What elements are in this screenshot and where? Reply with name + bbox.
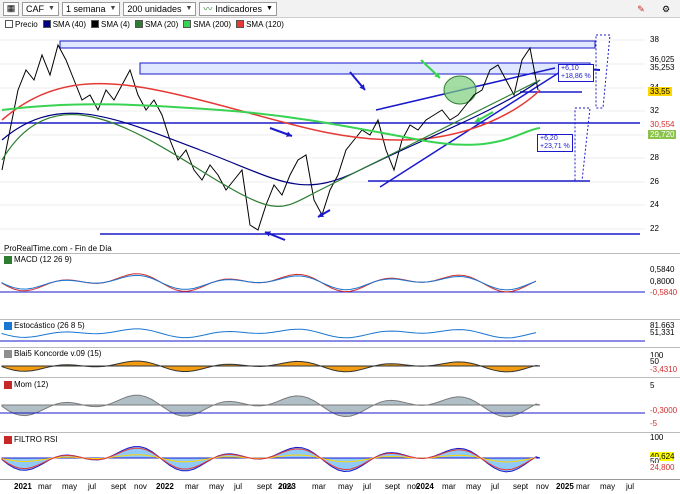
macd-signal-line xyxy=(1,275,537,291)
stoch-tick: 51,331 xyxy=(650,328,675,337)
month-label: jul xyxy=(363,482,372,491)
stoch-panel-label: Estocástico (26 8 5) xyxy=(2,321,87,330)
macd-panel-label: MACD (12 26 9) xyxy=(2,255,74,264)
blai5-tick: -3,4310 xyxy=(650,365,678,374)
macd-label: MACD (12 26 9) xyxy=(14,255,72,264)
macd-icon xyxy=(4,255,12,264)
highlight-circle xyxy=(443,75,477,105)
blai5-icon xyxy=(4,349,12,358)
mom-area xyxy=(1,394,541,418)
year-label: 2025 xyxy=(556,482,574,491)
month-label: nov xyxy=(134,482,147,491)
panel-divider xyxy=(0,347,680,348)
rsi-panel-label: FILTRO RSI xyxy=(2,435,60,444)
price-level-label: 29,720 xyxy=(648,130,677,139)
month-label: jul xyxy=(491,482,500,491)
month-label: mar xyxy=(576,482,590,491)
price-tick: 26 xyxy=(650,177,659,186)
price-level-label: 30,554 xyxy=(648,120,677,129)
month-label: may xyxy=(62,482,78,491)
month-label: jul xyxy=(88,482,97,491)
rsi-icon xyxy=(4,435,12,444)
time-axis: 2021 mar may jul sept nov 2022 mar may jul sept nov… xyxy=(0,479,680,494)
stoch-label: Estocástico (26 8 5) xyxy=(14,321,85,330)
resistance-zone xyxy=(139,62,591,75)
rsi-line xyxy=(1,446,541,473)
month-label: sept xyxy=(111,482,127,491)
mom-tick: 5 xyxy=(650,381,655,390)
macd-tick: 0,8000 xyxy=(650,277,675,286)
month-label: may xyxy=(600,482,616,491)
data-credit: ProRealTime.com - Fin de Día xyxy=(4,244,112,253)
price-tick: 24 xyxy=(650,200,659,209)
month-label: may xyxy=(338,482,354,491)
mom-panel-label: Mom (12) xyxy=(2,380,51,389)
price-tick: 22 xyxy=(650,224,659,233)
panel-divider xyxy=(0,432,680,433)
price-tick: 32 xyxy=(650,106,659,115)
stoch-icon xyxy=(4,321,12,330)
rsi-tick: 24,800 xyxy=(650,463,675,472)
stoch-line xyxy=(1,328,537,339)
month-label: may xyxy=(466,482,482,491)
month-label: sept xyxy=(513,482,529,491)
price-level-label: 33,55 xyxy=(648,87,673,96)
rsi-tick: 100 xyxy=(650,433,664,442)
resistance-zone xyxy=(59,40,596,49)
mom-tick: -5 xyxy=(650,419,658,428)
price-level-label: 35,253 xyxy=(648,63,677,72)
month-label: mar xyxy=(38,482,52,491)
year-label: 2021 xyxy=(14,482,32,491)
gain-annotation-1-pct: +18,86 % xyxy=(561,73,591,80)
year-label: 2023 xyxy=(278,482,296,491)
blai5-area xyxy=(1,360,541,373)
mom-label: Mom (12) xyxy=(14,380,49,389)
month-label: jul xyxy=(234,482,243,491)
blai5-label: Blai5 Koncorde v.09 (15) xyxy=(14,349,102,358)
projection-box xyxy=(595,34,611,109)
gain-annotation-1: +6,10 +18,86 % xyxy=(558,64,594,82)
gain-annotation-2: +6,20 +23,71 % xyxy=(537,134,573,152)
rsi-label: FILTRO RSI xyxy=(14,435,58,444)
gain-annotation-2-value: +6,20 xyxy=(540,135,558,142)
projection-box xyxy=(574,107,591,182)
gain-annotation-1-value: +6,10 xyxy=(561,65,579,72)
macd-tick: 0,5840 xyxy=(650,265,675,274)
month-label: mar xyxy=(312,482,326,491)
blai5-panel-label: Blai5 Koncorde v.09 (15) xyxy=(2,349,104,358)
month-label: nov xyxy=(536,482,549,491)
year-label: 2024 xyxy=(416,482,434,491)
mom-tick: -0,3000 xyxy=(650,406,678,415)
price-tick: 28 xyxy=(650,153,659,162)
gain-annotation-2-pct: +23,71 % xyxy=(540,143,570,150)
month-label: jul xyxy=(626,482,635,491)
month-label: may xyxy=(209,482,225,491)
month-label: sept xyxy=(385,482,401,491)
macd-tick: -0,5840 xyxy=(650,288,678,297)
month-label: sept xyxy=(257,482,273,491)
year-label: 2022 xyxy=(156,482,174,491)
panel-divider xyxy=(0,253,680,254)
month-label: mar xyxy=(442,482,456,491)
panel-divider xyxy=(0,319,680,320)
panel-divider xyxy=(0,377,680,378)
price-tick: 38 xyxy=(650,35,659,44)
mom-icon xyxy=(4,380,12,389)
month-label: mar xyxy=(185,482,199,491)
